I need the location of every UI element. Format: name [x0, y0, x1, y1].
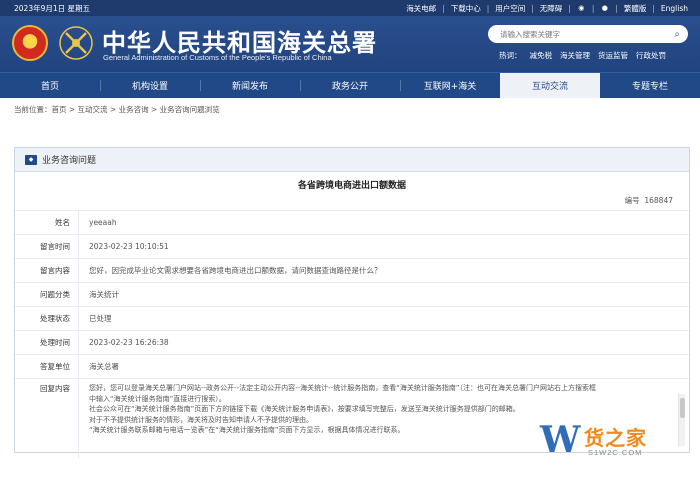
- nav-item-special-topics[interactable]: 专题专栏: [600, 73, 700, 98]
- reply-line: 中输入“海关统计服务指南”直接进行搜索）。: [89, 394, 226, 403]
- nav-item-government-affairs[interactable]: 政务公开: [300, 73, 400, 98]
- row-value: 海关总署: [89, 362, 119, 371]
- divider: |: [568, 3, 571, 13]
- nav-item-interaction[interactable]: 互动交流: [500, 73, 600, 98]
- search-icon[interactable]: ⌕: [674, 29, 680, 40]
- top-bar: 2023年9月1日 星期五 海关电邮 | 下载中心 | 用户空间 | 无障碍 |…: [0, 0, 700, 16]
- watermark-logo: W 货之家 S1W2C.COM: [540, 420, 690, 464]
- detail-row-message-content: 留言内容 您好，因完成毕业论文需求想要各省跨境电商进出口额数据，请问数据查询路径…: [15, 258, 689, 282]
- nav-item-internet-customs[interactable]: 互联网+海关: [400, 73, 500, 98]
- row-label: 问题分类: [15, 283, 79, 306]
- divider: |: [442, 3, 445, 13]
- chat-icon: ◆: [25, 154, 37, 165]
- link-accessibility[interactable]: 无障碍: [540, 3, 563, 14]
- watermark-url: S1W2C.COM: [588, 448, 643, 457]
- detail-row-message-time: 留言时间 2023-02-23 10:10:51: [15, 234, 689, 258]
- row-label: 处理时间: [15, 331, 79, 354]
- reply-line: 社会公众可在“海关统计服务指南”页面下方的链接下载《海关统计服务申请表》，按要求…: [89, 405, 520, 413]
- divider: |: [486, 3, 490, 13]
- hot-word[interactable]: 减免税: [530, 50, 553, 61]
- hot-word[interactable]: 行政处罚: [636, 50, 666, 61]
- site-header: ★ 中华人民共和国海关总署 General Administration of …: [0, 16, 700, 72]
- link-user-space[interactable]: 用户空间: [495, 3, 525, 14]
- row-value: 2023-02-23 10:10:51: [89, 242, 169, 251]
- serial-number: 编号 168847: [15, 195, 689, 206]
- watermark-text: 货之家: [584, 426, 647, 450]
- reply-line: 您好，您可以登录海关总署门户网站--政务公开--法定主动公开内容--海关统计--…: [89, 384, 596, 392]
- row-value: 海关统计: [89, 290, 119, 299]
- link-email[interactable]: 海关电邮: [406, 3, 436, 14]
- row-label: 留言时间: [15, 235, 79, 258]
- row-value: 2023-02-23 16:26:38: [89, 338, 169, 347]
- divider: |: [591, 3, 595, 13]
- hot-words-label: 热词：: [499, 51, 522, 60]
- breadcrumb[interactable]: 当前位置：首页 > 互动交流 > 业务咨询 > 业务咨询问题浏览: [0, 98, 700, 120]
- panel-header: ◆ 业务咨询问题: [15, 148, 689, 172]
- main-nav: 首页 机构设置 新闻发布 政务公开 互联网+海关 互动交流 专题专栏: [0, 72, 700, 98]
- scrollbar-thumb[interactable]: [680, 398, 685, 418]
- consultation-panel: ◆ 业务咨询问题 各省跨境电商进出口额数据 编号 168847 姓名 yeeaa…: [14, 147, 690, 458]
- detail-row-reply-unit: 答复单位 海关总署: [15, 354, 689, 378]
- link-english[interactable]: English: [661, 4, 688, 13]
- row-label: 答复单位: [15, 355, 79, 378]
- detail-row-status: 处理状态 已处理: [15, 306, 689, 330]
- row-label: 留言内容: [15, 259, 79, 282]
- nav-item-organization[interactable]: 机构设置: [100, 73, 200, 98]
- row-label: 回复内容: [15, 379, 79, 458]
- serial-label: 编号: [624, 196, 640, 205]
- divider: |: [615, 3, 618, 13]
- hot-words: 热词： 减免税 海关管理 货运监管 行政处罚: [499, 50, 666, 61]
- row-label: 处理状态: [15, 307, 79, 330]
- row-value: 已处理: [89, 314, 112, 323]
- weibo-icon[interactable]: ◉: [577, 4, 586, 13]
- detail-row-processed-time: 处理时间 2023-02-23 16:26:38: [15, 330, 689, 354]
- customs-logo-icon: [59, 26, 93, 60]
- link-download-center[interactable]: 下载中心: [451, 3, 481, 14]
- question-title: 各省跨境电商进出口额数据: [297, 181, 406, 191]
- watermark-w-icon: W: [540, 419, 581, 461]
- nav-item-news[interactable]: 新闻发布: [200, 73, 300, 98]
- detail-row-category: 问题分类 海关统计: [15, 282, 689, 306]
- serial-value: 168847: [644, 196, 673, 205]
- site-title-english: General Administration of Customs of the…: [103, 53, 332, 62]
- current-date: 2023年9月1日 星期五: [14, 3, 91, 13]
- link-traditional-chinese[interactable]: 繁體版: [624, 3, 647, 14]
- search-box: ⌕: [488, 25, 688, 43]
- panel-title: 业务咨询问题: [42, 156, 97, 166]
- detail-row-name: 姓名 yeeaah: [15, 210, 689, 234]
- search-input[interactable]: [500, 29, 675, 39]
- top-links: 海关电邮 | 下载中心 | 用户空间 | 无障碍 | ◉ | ● | 繁體版 |…: [406, 3, 688, 14]
- divider: |: [531, 3, 534, 13]
- national-emblem-icon: ★: [12, 25, 48, 61]
- row-value: yeeaah: [89, 218, 117, 227]
- divider: |: [652, 3, 655, 13]
- row-value: 您好，因完成毕业论文需求想要各省跨境电商进出口额数据，请问数据查询路径是什么？: [89, 266, 382, 275]
- hot-word[interactable]: 海关管理: [560, 50, 590, 61]
- wechat-icon[interactable]: ●: [600, 4, 609, 13]
- hot-word[interactable]: 货运监管: [598, 50, 628, 61]
- row-label: 姓名: [15, 211, 79, 234]
- nav-item-home[interactable]: 首页: [0, 73, 100, 98]
